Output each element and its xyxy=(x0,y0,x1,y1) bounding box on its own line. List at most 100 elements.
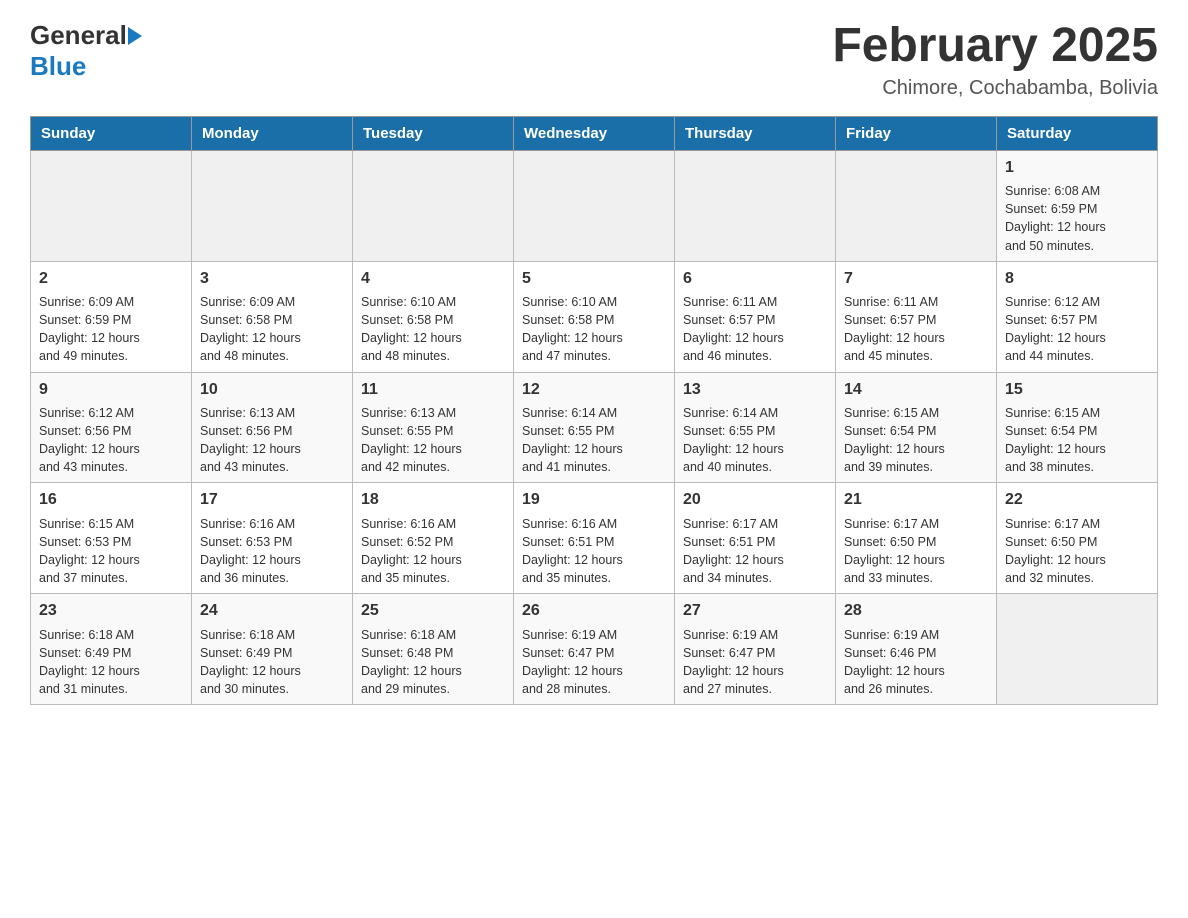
day-number: 8 xyxy=(1005,268,1149,290)
calendar-day-cell xyxy=(514,150,675,261)
calendar-day-cell: 6 Sunrise: 6:11 AM Sunset: 6:57 PM Daylig… xyxy=(675,261,836,372)
calendar-day-cell: 27 Sunrise: 6:19 AM Sunset: 6:47 PM Dayli… xyxy=(675,594,836,705)
day-number: 24 xyxy=(200,600,344,622)
day-info: Sunrise: 6:09 AM Sunset: 6:59 PM Dayligh… xyxy=(39,293,183,366)
day-info: Sunrise: 6:18 AM Sunset: 6:49 PM Dayligh… xyxy=(39,626,183,699)
day-number: 6 xyxy=(683,268,827,290)
day-info: Sunrise: 6:19 AM Sunset: 6:47 PM Dayligh… xyxy=(522,626,666,699)
title-area: February 2025 Chimore, Cochabamba, Boliv… xyxy=(832,20,1158,100)
calendar-day-cell: 26 Sunrise: 6:19 AM Sunset: 6:47 PM Dayli… xyxy=(514,594,675,705)
calendar-day-cell xyxy=(675,150,836,261)
day-number: 1 xyxy=(1005,157,1149,179)
day-info: Sunrise: 6:15 AM Sunset: 6:53 PM Dayligh… xyxy=(39,515,183,588)
header-saturday: Saturday xyxy=(997,116,1158,150)
calendar-day-cell: 4Sunrise: 6:10 AM Sunset: 6:58 PM Daylig… xyxy=(353,261,514,372)
day-info: Sunrise: 6:11 AM Sunset: 6:57 PM Dayligh… xyxy=(844,293,988,366)
day-info: Sunrise: 6:19 AM Sunset: 6:46 PM Dayligh… xyxy=(844,626,988,699)
logo: General Blue xyxy=(30,20,143,82)
calendar-day-cell: 23 Sunrise: 6:18 AM Sunset: 6:49 PM Dayli… xyxy=(31,594,192,705)
day-info: Sunrise: 6:18 AM Sunset: 6:49 PM Dayligh… xyxy=(200,626,344,699)
day-number: 22 xyxy=(1005,489,1149,511)
day-info: Sunrise: 6:16 AM Sunset: 6:52 PM Dayligh… xyxy=(361,515,505,588)
day-number: 17 xyxy=(200,489,344,511)
calendar-table: Sunday Monday Tuesday Wednesday Thursday… xyxy=(30,116,1158,705)
calendar-day-cell: 28 Sunrise: 6:19 AM Sunset: 6:46 PM Dayli… xyxy=(836,594,997,705)
calendar-week-row: 23 Sunrise: 6:18 AM Sunset: 6:49 PM Dayli… xyxy=(31,594,1158,705)
calendar-day-cell: 13 Sunrise: 6:14 AM Sunset: 6:55 PM Dayli… xyxy=(675,372,836,483)
day-number: 18 xyxy=(361,489,505,511)
calendar-day-cell: 17 Sunrise: 6:16 AM Sunset: 6:53 PM Dayli… xyxy=(192,483,353,594)
day-number: 23 xyxy=(39,600,183,622)
logo-general-text: General xyxy=(30,20,127,51)
day-number: 3 xyxy=(200,268,344,290)
calendar-day-cell: 18 Sunrise: 6:16 AM Sunset: 6:52 PM Dayli… xyxy=(353,483,514,594)
calendar-day-cell: 7 Sunrise: 6:11 AM Sunset: 6:57 PM Daylig… xyxy=(836,261,997,372)
header-sunday: Sunday xyxy=(31,116,192,150)
calendar-day-cell: 5 Sunrise: 6:10 AM Sunset: 6:58 PM Daylig… xyxy=(514,261,675,372)
day-info: Sunrise: 6:16 AM Sunset: 6:53 PM Dayligh… xyxy=(200,515,344,588)
weekday-header-row: Sunday Monday Tuesday Wednesday Thursday… xyxy=(31,116,1158,150)
day-number: 2 xyxy=(39,268,183,290)
logo-chevron-icon xyxy=(128,27,142,45)
day-info: Sunrise: 6:11 AM Sunset: 6:57 PM Dayligh… xyxy=(683,293,827,366)
calendar-day-cell: 3 Sunrise: 6:09 AM Sunset: 6:58 PM Daylig… xyxy=(192,261,353,372)
day-number: 14 xyxy=(844,379,988,401)
day-number: 13 xyxy=(683,379,827,401)
calendar-day-cell xyxy=(192,150,353,261)
day-info: Sunrise: 6:18 AM Sunset: 6:48 PM Dayligh… xyxy=(361,626,505,699)
header: General Blue February 2025 Chimore, Coch… xyxy=(30,20,1158,100)
logo-blue-text: Blue xyxy=(30,51,86,81)
calendar-day-cell: 15Sunrise: 6:15 AM Sunset: 6:54 PM Dayli… xyxy=(997,372,1158,483)
calendar-day-cell: 12Sunrise: 6:14 AM Sunset: 6:55 PM Dayli… xyxy=(514,372,675,483)
calendar-day-cell: 9 Sunrise: 6:12 AM Sunset: 6:56 PM Daylig… xyxy=(31,372,192,483)
day-info: Sunrise: 6:17 AM Sunset: 6:50 PM Dayligh… xyxy=(1005,515,1149,588)
day-number: 19 xyxy=(522,489,666,511)
day-info: Sunrise: 6:08 AM Sunset: 6:59 PM Dayligh… xyxy=(1005,182,1149,255)
calendar-week-row: 2 Sunrise: 6:09 AM Sunset: 6:59 PM Daylig… xyxy=(31,261,1158,372)
header-thursday: Thursday xyxy=(675,116,836,150)
location-title: Chimore, Cochabamba, Bolivia xyxy=(832,77,1158,100)
day-info: Sunrise: 6:14 AM Sunset: 6:55 PM Dayligh… xyxy=(683,404,827,477)
day-info: Sunrise: 6:09 AM Sunset: 6:58 PM Dayligh… xyxy=(200,293,344,366)
calendar-day-cell: 8Sunrise: 6:12 AM Sunset: 6:57 PM Daylig… xyxy=(997,261,1158,372)
day-number: 5 xyxy=(522,268,666,290)
day-info: Sunrise: 6:15 AM Sunset: 6:54 PM Dayligh… xyxy=(1005,404,1149,477)
calendar-day-cell: 14 Sunrise: 6:15 AM Sunset: 6:54 PM Dayli… xyxy=(836,372,997,483)
calendar-day-cell xyxy=(997,594,1158,705)
calendar-week-row: 16Sunrise: 6:15 AM Sunset: 6:53 PM Dayli… xyxy=(31,483,1158,594)
day-number: 7 xyxy=(844,268,988,290)
day-number: 28 xyxy=(844,600,988,622)
day-number: 27 xyxy=(683,600,827,622)
header-wednesday: Wednesday xyxy=(514,116,675,150)
day-number: 9 xyxy=(39,379,183,401)
calendar-day-cell: 19 Sunrise: 6:16 AM Sunset: 6:51 PM Dayli… xyxy=(514,483,675,594)
day-info: Sunrise: 6:13 AM Sunset: 6:55 PM Dayligh… xyxy=(361,404,505,477)
calendar-day-cell: 1 Sunrise: 6:08 AM Sunset: 6:59 PM Daylig… xyxy=(997,150,1158,261)
day-info: Sunrise: 6:13 AM Sunset: 6:56 PM Dayligh… xyxy=(200,404,344,477)
day-info: Sunrise: 6:19 AM Sunset: 6:47 PM Dayligh… xyxy=(683,626,827,699)
day-number: 26 xyxy=(522,600,666,622)
day-info: Sunrise: 6:17 AM Sunset: 6:50 PM Dayligh… xyxy=(844,515,988,588)
calendar-day-cell: 10 Sunrise: 6:13 AM Sunset: 6:56 PM Dayli… xyxy=(192,372,353,483)
calendar-day-cell: 20Sunrise: 6:17 AM Sunset: 6:51 PM Dayli… xyxy=(675,483,836,594)
day-number: 21 xyxy=(844,489,988,511)
calendar-day-cell: 22 Sunrise: 6:17 AM Sunset: 6:50 PM Dayli… xyxy=(997,483,1158,594)
day-number: 20 xyxy=(683,489,827,511)
calendar-day-cell: 11 Sunrise: 6:13 AM Sunset: 6:55 PM Dayli… xyxy=(353,372,514,483)
month-title: February 2025 xyxy=(832,20,1158,73)
header-monday: Monday xyxy=(192,116,353,150)
header-tuesday: Tuesday xyxy=(353,116,514,150)
calendar-day-cell: 24 Sunrise: 6:18 AM Sunset: 6:49 PM Dayli… xyxy=(192,594,353,705)
day-number: 12 xyxy=(522,379,666,401)
day-info: Sunrise: 6:16 AM Sunset: 6:51 PM Dayligh… xyxy=(522,515,666,588)
calendar-day-cell xyxy=(31,150,192,261)
calendar-day-cell xyxy=(353,150,514,261)
day-number: 25 xyxy=(361,600,505,622)
day-info: Sunrise: 6:15 AM Sunset: 6:54 PM Dayligh… xyxy=(844,404,988,477)
day-number: 11 xyxy=(361,379,505,401)
day-info: Sunrise: 6:12 AM Sunset: 6:56 PM Dayligh… xyxy=(39,404,183,477)
day-number: 10 xyxy=(200,379,344,401)
day-info: Sunrise: 6:10 AM Sunset: 6:58 PM Dayligh… xyxy=(522,293,666,366)
calendar-day-cell xyxy=(836,150,997,261)
day-info: Sunrise: 6:10 AM Sunset: 6:58 PM Dayligh… xyxy=(361,293,505,366)
